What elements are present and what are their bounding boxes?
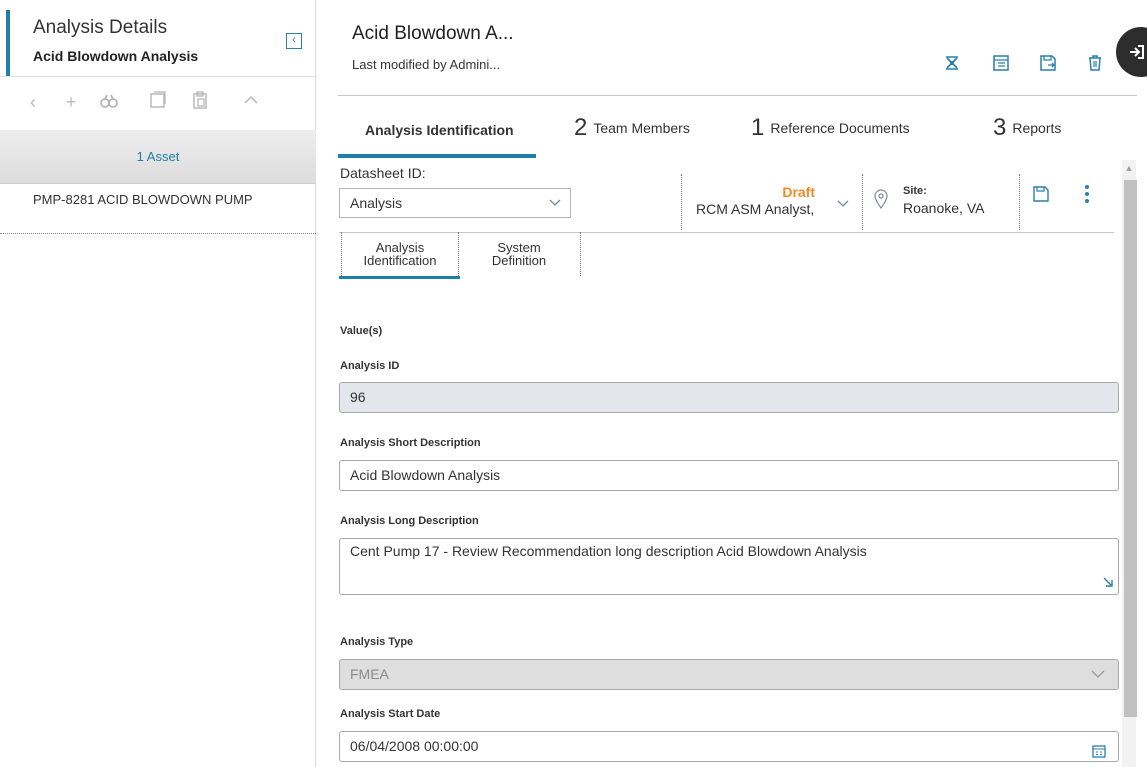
tab-team-members[interactable]: 2 Team Members [574, 114, 690, 144]
datasheet-value: Analysis [350, 195, 403, 211]
tab-label: Reports [1012, 120, 1062, 136]
tab-reports[interactable]: 3 Reports [993, 114, 1061, 144]
short-description-field[interactable]: Acid Blowdown Analysis [339, 460, 1119, 491]
save-icon[interactable] [1033, 186, 1049, 207]
values-heading: Value(s) [340, 325, 383, 337]
start-date-label: Analysis Start Date [340, 708, 441, 720]
divider [1019, 174, 1020, 230]
location-pin-icon [874, 189, 888, 214]
site-value: Roanoke, VA [903, 200, 985, 216]
tab-analysis-identification[interactable]: Analysis Identification [365, 122, 514, 142]
analysis-type-value: FMEA [350, 666, 389, 682]
last-modified-text: Last modified by Admini... [352, 57, 501, 72]
left-panel-header: Analysis Details Acid Blowdown Analysis … [0, 0, 316, 76]
subtab-system-definition[interactable]: System Definition [479, 241, 559, 267]
analysis-type-label: Analysis Type [340, 636, 414, 648]
chevron-down-icon [548, 189, 562, 227]
active-tab-indicator [338, 154, 536, 158]
long-description-text: Cent Pump 17 - Review Recommendation lon… [350, 543, 867, 559]
tab-count: 3 [993, 114, 1007, 141]
state-assignee: RCM ASM Analyst, [696, 201, 815, 217]
long-description-field[interactable]: Cent Pump 17 - Review Recommendation lon… [339, 538, 1119, 595]
tab-reference-documents[interactable]: 1 Reference Documents [751, 114, 910, 144]
panel-subtitle: Acid Blowdown Analysis [33, 48, 199, 64]
chevron-up-icon[interactable] [240, 91, 262, 113]
divider [580, 232, 581, 276]
binoculars-icon[interactable] [98, 91, 120, 113]
copy-icon[interactable] [147, 91, 169, 113]
expand-icon[interactable] [1102, 575, 1114, 591]
report-icon[interactable] [992, 54, 1010, 72]
analysis-id-field[interactable]: 96 [339, 382, 1119, 413]
analysis-type-select[interactable]: FMEA [339, 659, 1119, 690]
site-label: Site: [903, 185, 927, 197]
left-panel: Analysis Details Acid Blowdown Analysis … [0, 0, 316, 767]
analysis-id-label: Analysis ID [340, 360, 400, 372]
chevron-down-icon [1090, 660, 1106, 699]
tab-count: 1 [751, 114, 765, 141]
divider [681, 174, 682, 230]
back-icon[interactable]: ‹ [22, 91, 44, 113]
subtab-label-line2: Definition [491, 253, 547, 268]
subtab-analysis-identification[interactable]: Analysis Identification [350, 241, 450, 267]
short-description-label: Analysis Short Description [340, 437, 481, 449]
tab-label: Reference Documents [770, 120, 910, 136]
datasheet-divider [339, 232, 1114, 233]
asset-list-item[interactable]: PMP-8281 ACID BLOWDOWN PUMP [0, 184, 316, 234]
accent-bar [6, 10, 10, 76]
tab-bar: Analysis Identification 2 Team Members 1R… [338, 96, 1137, 158]
start-date-value: 06/04/2008 00:00:00 [350, 738, 479, 754]
scrollbar-thumb[interactable] [1124, 180, 1137, 717]
left-toolbar: ‹ + [0, 76, 316, 130]
start-date-field[interactable]: 06/04/2008 00:00:00 [339, 731, 1119, 762]
status-badge: Draft [782, 184, 815, 200]
long-description-label: Analysis Long Description [340, 515, 479, 527]
divider [862, 174, 863, 230]
datasheet-label: Datasheet ID: [340, 165, 426, 181]
datasheet-select[interactable]: Analysis [339, 188, 571, 218]
tab-label: Team Members [593, 120, 690, 136]
add-icon[interactable]: + [60, 91, 82, 113]
hierarchy-icon[interactable] [943, 54, 961, 72]
delete-icon[interactable] [1086, 54, 1104, 72]
main-panel: Acid Blowdown A... Last modified by Admi… [316, 0, 1147, 767]
asset-count-header[interactable]: 1 Asset [0, 130, 316, 184]
collapse-panel-icon[interactable]: ‹ [286, 33, 302, 49]
save-as-icon[interactable] [1039, 54, 1057, 72]
paste-icon[interactable] [189, 91, 211, 113]
side-panel-toggle[interactable] [1116, 27, 1147, 77]
tab-label: Analysis Identification [365, 122, 514, 138]
divider [458, 232, 459, 276]
tab-count: 2 [574, 114, 588, 141]
divider [341, 232, 342, 276]
active-subtab-indicator [339, 276, 460, 279]
scroll-up-arrow[interactable]: ▲ [1122, 163, 1136, 177]
calendar-icon[interactable] [1092, 739, 1106, 767]
page-title: Acid Blowdown A... [352, 23, 514, 44]
subtab-label-line2: Identification [363, 253, 437, 268]
panel-title: Analysis Details [33, 17, 168, 38]
state-dropdown-icon[interactable] [836, 196, 850, 215]
more-options-icon[interactable] [1084, 184, 1090, 209]
